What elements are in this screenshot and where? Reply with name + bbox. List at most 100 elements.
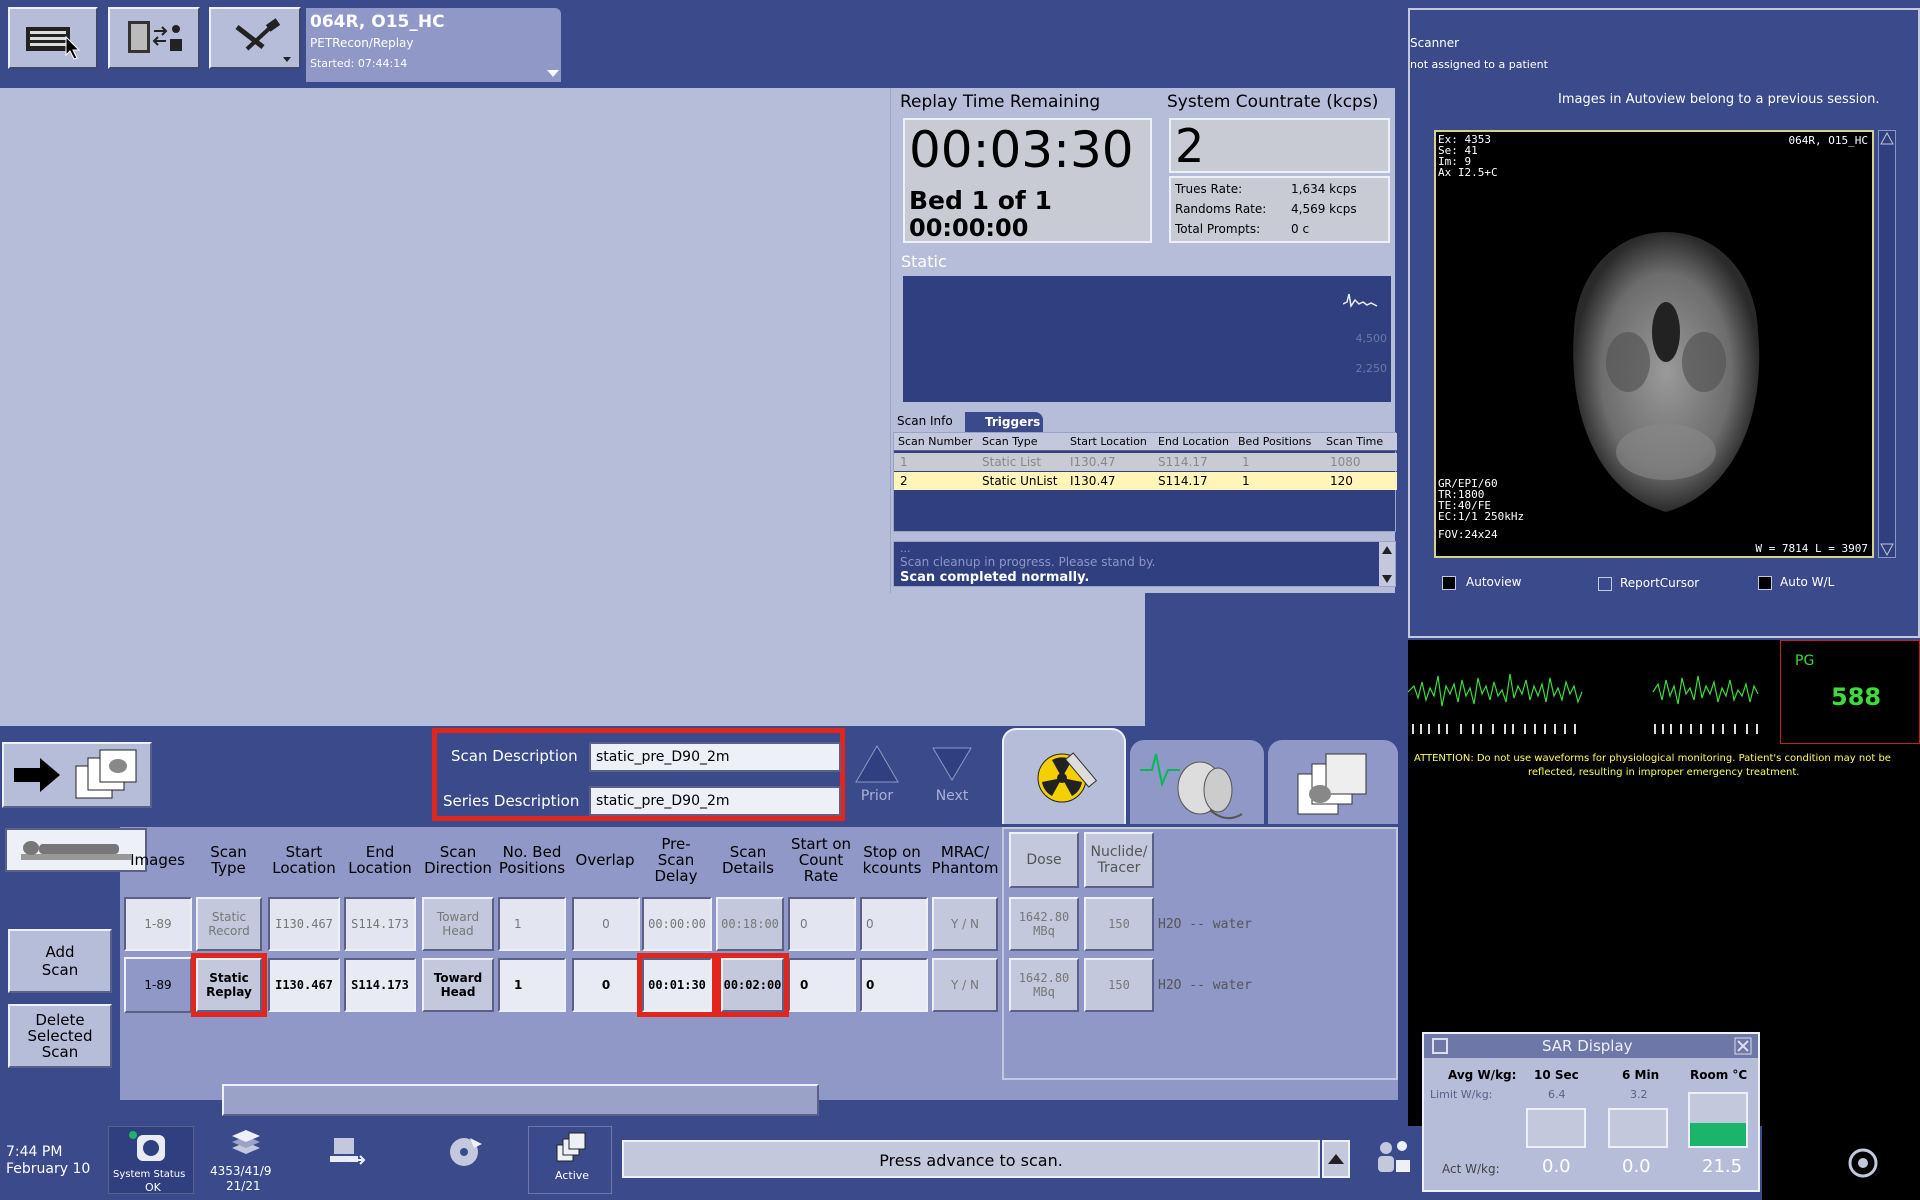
scan-description-field[interactable]: static_pre_D90_2m: [589, 742, 841, 772]
clock-time: 7:44 PM: [6, 1144, 63, 1160]
chevron-down-icon[interactable]: [546, 68, 560, 78]
tab-triggers[interactable]: Triggers: [965, 412, 1043, 432]
tab-radiopharmaceutical[interactable]: [1002, 728, 1126, 824]
header-bed-positions: No. Bed Positions: [498, 843, 566, 877]
row1-start[interactable]: I130.467: [268, 897, 340, 951]
image-viewport[interactable]: Ex: 4353 Se: 41 Im: 9 Ax I2.5+C 064R, O1…: [1434, 130, 1874, 558]
series-description-field[interactable]: static_pre_D90_2m: [589, 786, 841, 816]
row2-details[interactable]: 00:02:00: [716, 953, 789, 1017]
row2-scan-type[interactable]: Static Replay: [191, 953, 267, 1017]
static-label: Static: [901, 252, 947, 271]
sar-menu-icon[interactable]: [1432, 1038, 1448, 1054]
row2-end[interactable]: S114.173: [344, 958, 416, 1012]
media-button[interactable]: [446, 1134, 490, 1174]
row1-dose[interactable]: 1642.80 MBq: [1009, 897, 1079, 951]
tab-scan-info[interactable]: Scan Info: [893, 412, 963, 432]
row2-images[interactable]: 1-89: [124, 957, 192, 1013]
viewer-scrollbar[interactable]: [1878, 130, 1896, 558]
scroll-down-icon[interactable]: [1379, 572, 1395, 586]
sar-act-label: Act W/kg:: [1442, 1162, 1500, 1176]
th-scan-type: Scan Type: [982, 435, 1038, 448]
nuclide-header-button[interactable]: Nuclide/ Tracer: [1084, 832, 1154, 888]
scanner-power-button[interactable]: [1846, 1146, 1880, 1180]
active-jobs-button[interactable]: Active: [528, 1126, 612, 1194]
row1-end[interactable]: S114.173: [344, 897, 416, 951]
row2-nuclide[interactable]: 150: [1084, 958, 1154, 1012]
tab-physiology[interactable]: [1130, 740, 1264, 824]
th-end-location: End Location: [1158, 435, 1229, 448]
sar-limit-label: Limit W/kg:: [1430, 1088, 1493, 1101]
horizontal-scrollbar[interactable]: [222, 1084, 819, 1116]
header-prescan-delay: Pre- Scan Delay: [654, 835, 698, 885]
row2-dose[interactable]: 1642.80 MBq: [1009, 958, 1079, 1012]
close-icon[interactable]: [1734, 1037, 1752, 1055]
row2-overlap[interactable]: 0: [572, 958, 640, 1012]
row2-prescan[interactable]: 00:01:30: [637, 953, 717, 1017]
bed-time: 00:00:00: [909, 214, 1029, 242]
sar-bar-6m: [1608, 1108, 1668, 1148]
row2-bed[interactable]: 1: [498, 958, 566, 1012]
row2-start[interactable]: I130.467: [268, 958, 340, 1012]
table-row[interactable]: 2 Static UnList I130.47 S114.17 1 120: [894, 472, 1397, 490]
row1-count-rate[interactable]: 0: [788, 897, 856, 951]
delete-scan-button[interactable]: Delete Selected Scan: [8, 1004, 112, 1068]
row1-stop[interactable]: 0: [860, 897, 928, 951]
row1-prescan[interactable]: 00:00:00: [642, 897, 712, 951]
header-count-rate: Start on Count Rate: [790, 835, 852, 885]
row1-mrac[interactable]: Y / N: [932, 897, 998, 951]
row2-direction[interactable]: Toward Head: [422, 958, 494, 1012]
report-cursor-checkbox[interactable]: [1598, 577, 1612, 591]
row1-direction[interactable]: Toward Head: [422, 897, 494, 951]
next-button[interactable]: Next: [927, 744, 977, 804]
autoview-checkbox[interactable]: [1442, 576, 1456, 590]
sar-titlebar[interactable]: SAR Display: [1424, 1034, 1758, 1058]
tab-images[interactable]: [1268, 740, 1398, 824]
row1-tracer: H2O -- water: [1158, 916, 1252, 932]
scan-session-button[interactable]: [8, 7, 98, 69]
row1-overlap[interactable]: 0: [572, 897, 640, 951]
auto-wl-checkbox[interactable]: [1758, 576, 1772, 590]
computer-arrow-icon: [330, 1138, 366, 1165]
message-scroll-button[interactable]: [1322, 1140, 1350, 1178]
row1-scan-type[interactable]: Static Record: [196, 897, 262, 951]
exam-tab[interactable]: 064R, O15_HC PETRecon/Replay Started: 07…: [306, 8, 561, 82]
sar-col-room: Room °C: [1690, 1068, 1748, 1082]
row1-nuclide[interactable]: 150: [1084, 897, 1154, 951]
exam-title: 064R, O15_HC: [310, 12, 445, 32]
overlay-top-left: Ex: 4353 Se: 41 Im: 9 Ax I2.5+C: [1438, 133, 1498, 179]
heart-lungs-icon: [1140, 753, 1243, 820]
dose-header-button[interactable]: Dose: [1009, 832, 1079, 888]
table-row[interactable]: 1 Static List I130.47 S114.17 1 1080: [894, 453, 1397, 471]
waveform: [1408, 673, 1759, 734]
sar-act-10s: 0.0: [1542, 1156, 1571, 1177]
prompts-value: 0 c: [1291, 222, 1310, 236]
network-queue-button[interactable]: [326, 1134, 370, 1174]
advance-series-button[interactable]: [2, 742, 152, 808]
user-network-button[interactable]: [1372, 1136, 1416, 1180]
patient-status: not assigned to a patient: [1410, 58, 1548, 71]
row2-tracer: H2O -- water: [1158, 977, 1252, 993]
right-status-area: [1762, 1126, 1920, 1200]
row2-count-rate[interactable]: 0: [788, 958, 856, 1012]
prior-button[interactable]: Prior: [852, 744, 902, 804]
th-scan-time: Scan Time: [1326, 435, 1384, 448]
replay-panel: Replay Time Remaining System Countrate (…: [890, 88, 1397, 593]
header-start-location: Start Location: [272, 843, 336, 877]
system-status-button[interactable]: System Status OK: [108, 1126, 194, 1194]
trues-label: Trues Rate:: [1175, 182, 1243, 196]
row2-stop[interactable]: 0: [860, 958, 928, 1012]
row1-details[interactable]: 00:18:00: [716, 897, 784, 951]
printer-cursor-icon: [26, 27, 81, 60]
image-count-button[interactable]: 4353/41/9 21/21: [204, 1128, 288, 1194]
data-transfer-button[interactable]: [108, 7, 200, 69]
add-scan-button[interactable]: Add Scan: [8, 929, 112, 993]
replay-time-value: 00:03:30: [909, 121, 1134, 179]
scroll-down-icon[interactable]: [1879, 541, 1895, 557]
scroll-up-icon[interactable]: [1879, 131, 1895, 147]
log-scrollbar[interactable]: [1379, 542, 1395, 586]
row1-bed[interactable]: 1: [498, 897, 566, 951]
row2-mrac[interactable]: Y / N: [932, 958, 998, 1012]
row1-images[interactable]: 1-89: [124, 897, 192, 951]
scroll-up-icon[interactable]: [1379, 543, 1395, 557]
tools-button[interactable]: [209, 7, 301, 69]
